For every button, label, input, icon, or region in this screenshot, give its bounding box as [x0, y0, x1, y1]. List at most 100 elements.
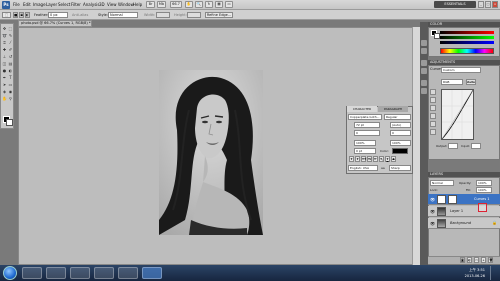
faux-bold-button[interactable]: T [349, 156, 354, 162]
history-brush-tool-icon[interactable]: ↺ [8, 54, 13, 59]
delete-layer-icon[interactable]: 🗑 [488, 257, 493, 263]
subscript-button[interactable]: T, [379, 156, 384, 162]
language-select[interactable]: English: USA [348, 165, 378, 171]
lasso-tool-icon[interactable]: ➰ [2, 33, 7, 38]
color-spectrum[interactable] [440, 48, 494, 54]
minibridge-button[interactable]: Mb [157, 1, 166, 8]
green-slider[interactable] [440, 36, 494, 39]
tab-color[interactable]: COLOR [430, 22, 442, 26]
maximize-button[interactable]: □ [485, 1, 491, 8]
clock-date[interactable]: 2013-06-26 [455, 274, 485, 278]
actions-panel-icon[interactable] [421, 48, 427, 54]
underline-button[interactable]: T [385, 156, 390, 162]
gradient-tool-icon[interactable]: ▤ [8, 61, 13, 66]
curves-graph[interactable] [441, 89, 474, 140]
layer-mask-thumbnail[interactable] [448, 195, 457, 204]
style-select[interactable]: Normal [108, 12, 138, 18]
taskbar-ie-icon[interactable] [46, 267, 66, 279]
new-selection-icon[interactable]: ■ [13, 12, 18, 18]
type-tool-icon[interactable]: T [8, 75, 13, 80]
menu-analysis[interactable]: Analysis [83, 0, 99, 10]
font-family-select[interactable]: Copperplate Goth... [348, 114, 382, 120]
tracking-input[interactable]: 0 [390, 130, 411, 136]
layer-name[interactable]: Background [450, 219, 471, 228]
eyedropper-tool-icon[interactable]: ⁄ [8, 40, 13, 45]
output-input[interactable] [448, 143, 458, 149]
new-group-icon[interactable]: ▭ [474, 257, 479, 263]
small-caps-button[interactable]: Tr [367, 156, 372, 162]
curves-preset-select[interactable]: Custom [441, 67, 481, 73]
black-point-eyedropper-icon[interactable] [430, 113, 436, 119]
white-point-eyedropper-icon[interactable] [430, 129, 436, 135]
move-tool-icon[interactable]: ✥ [2, 26, 7, 31]
pen-tool-icon[interactable]: ✒ [2, 75, 7, 80]
layer-row-layer1[interactable]: 👁 Layer 1 [428, 206, 500, 217]
brush-tool-icon[interactable]: ✐ [8, 47, 13, 52]
paragraph-panel-icon[interactable] [421, 88, 427, 94]
curve-draw-icon[interactable] [430, 97, 436, 103]
healing-tool-icon[interactable]: ✚ [2, 47, 7, 52]
menu-layer[interactable]: Layer [46, 0, 57, 10]
quick-select-tool-icon[interactable]: ✎ [8, 33, 13, 38]
curves-channel-select[interactable]: RGB [441, 79, 463, 85]
bridge-button[interactable]: Br [146, 1, 155, 8]
menu-view[interactable]: View [107, 0, 117, 10]
width-input[interactable] [156, 12, 170, 18]
antialias-select[interactable]: Sharp [389, 165, 411, 171]
menu-edit[interactable]: Edit [23, 0, 31, 10]
height-input[interactable] [187, 12, 201, 18]
menu-help[interactable]: Help [133, 0, 142, 10]
character-panel-icon[interactable] [421, 80, 427, 86]
add-selection-icon[interactable]: ▣ [19, 12, 24, 18]
marquee-tool-icon[interactable]: ⬚ [8, 26, 13, 31]
background-color-swatch[interactable] [6, 119, 13, 126]
crop-tool-icon[interactable]: ⌗ [2, 40, 7, 45]
hand-tool-icon[interactable]: ✋ [2, 96, 7, 101]
highlighted-mask-icon[interactable] [478, 203, 487, 212]
antialias-checkbox[interactable]: Anti-alias [72, 12, 88, 18]
clock-time[interactable]: 上午 3:51 [455, 268, 485, 273]
font-size-input[interactable]: 72 pt [354, 122, 380, 128]
opacity-input[interactable]: 100% [476, 180, 492, 186]
visibility-eye-icon[interactable]: 👁 [430, 221, 435, 226]
horizontal-scale-input[interactable]: 100% [390, 140, 411, 146]
layer-name[interactable]: Layer 1 [450, 207, 463, 216]
taskbar-media-icon[interactable] [70, 267, 90, 279]
refine-edge-button[interactable]: Refine Edge... [205, 12, 233, 18]
menu-3d[interactable]: 3D [99, 0, 105, 10]
curve-smooth-icon[interactable] [430, 105, 436, 111]
visibility-eye-icon[interactable]: 👁 [430, 197, 435, 202]
start-button[interactable] [3, 266, 17, 280]
faux-italic-button[interactable]: T [355, 156, 360, 162]
tab-paragraph[interactable]: PARAGRAPH [378, 106, 408, 112]
feather-input[interactable]: 0 px [48, 12, 68, 18]
arrange-documents-button[interactable]: ▦ [215, 1, 223, 8]
tab-character[interactable]: CHARACTER [347, 106, 377, 112]
blue-slider[interactable] [440, 41, 494, 44]
superscript-button[interactable]: T' [373, 156, 378, 162]
eraser-tool-icon[interactable]: ◫ [2, 61, 7, 66]
strikethrough-button[interactable]: T [391, 156, 396, 162]
zoom-level[interactable]: 66.7 [170, 1, 182, 8]
taskbar-explorer-icon[interactable] [22, 267, 42, 279]
menu-image[interactable]: Image [33, 0, 46, 10]
curve-edit-points-icon[interactable] [430, 89, 436, 95]
layer-row-background[interactable]: 👁 Background 🔒 [428, 218, 500, 229]
layer-row-curves[interactable]: 👁 Curves 1 [428, 194, 500, 205]
menu-filter[interactable]: Filter [71, 0, 81, 10]
red-slider[interactable] [440, 31, 494, 34]
screen-mode-button[interactable]: ▭ [225, 1, 233, 8]
clone-source-panel-icon[interactable] [421, 68, 427, 74]
subtract-selection-icon[interactable]: ◧ [25, 12, 30, 18]
workspace-switcher[interactable]: ESSENTIALS [434, 1, 476, 8]
history-panel-icon[interactable] [421, 40, 427, 46]
leading-input[interactable]: (Auto) [390, 122, 411, 128]
zoom-tool-button[interactable]: 🔍 [195, 1, 203, 8]
taskbar-photoshop-icon[interactable] [142, 267, 162, 279]
clone-stamp-tool-icon[interactable]: ⊥ [2, 54, 7, 59]
canvas-vertical-scrollbar[interactable] [412, 27, 420, 265]
kerning-input[interactable]: 0 [354, 130, 380, 136]
vertical-scale-input[interactable]: 100% [354, 140, 376, 146]
gray-point-eyedropper-icon[interactable] [430, 121, 436, 127]
marquee-preset-icon[interactable]: ⬚ [2, 12, 11, 18]
